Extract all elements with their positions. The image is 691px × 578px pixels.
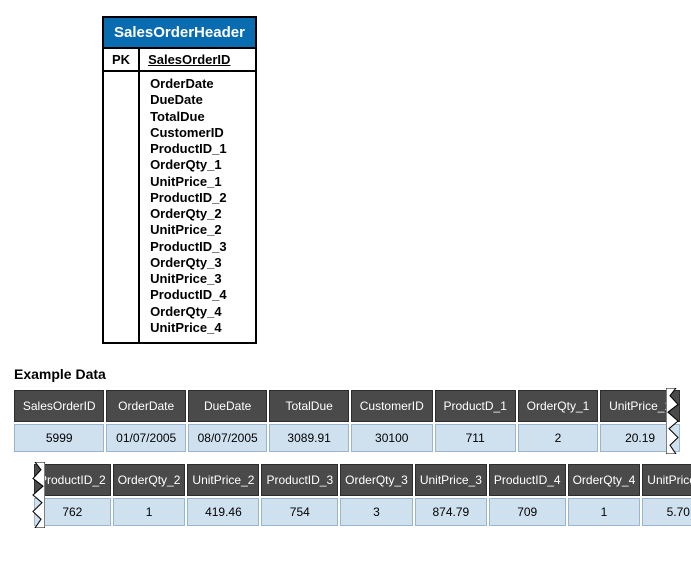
entity-field: CustomerID bbox=[150, 125, 245, 141]
cell: 874.79 bbox=[415, 498, 487, 526]
cell: 5999 bbox=[14, 424, 104, 452]
col-header: OrderQty_2 bbox=[113, 464, 186, 496]
entity-field: UnitPrice_1 bbox=[150, 174, 245, 190]
col-header: OrderDate bbox=[106, 390, 185, 422]
cell: 30100 bbox=[351, 424, 433, 452]
entity-field: ProductID_2 bbox=[150, 190, 245, 206]
cell: 762 bbox=[34, 498, 111, 526]
col-header: ProductD_1 bbox=[435, 390, 516, 422]
entity-field: ProductID_1 bbox=[150, 141, 245, 157]
cell: 1 bbox=[568, 498, 641, 526]
col-header: SalesOrderID bbox=[14, 390, 104, 422]
entity-field: UnitPrice_2 bbox=[150, 222, 245, 238]
cell: 3 bbox=[340, 498, 413, 526]
cell: 1 bbox=[113, 498, 186, 526]
example-row-2: ProductID_2 OrderQty_2 UnitPrice_2 Produ… bbox=[12, 462, 679, 528]
col-header: UnitPrice_4 bbox=[642, 464, 691, 496]
example-row-1: SalesOrderID OrderDate DueDate TotalDue … bbox=[12, 388, 679, 454]
cell: 08/07/2005 bbox=[188, 424, 267, 452]
col-header: DueDate bbox=[188, 390, 267, 422]
entity-field: ProductID_4 bbox=[150, 287, 245, 303]
entity-field: OrderQty_4 bbox=[150, 304, 245, 320]
cell: 711 bbox=[435, 424, 516, 452]
example-data-label: Example Data bbox=[14, 366, 679, 382]
pk-label: PK bbox=[103, 48, 139, 71]
entity-field: ProductID_3 bbox=[150, 239, 245, 255]
col-header: UnitPrice_2 bbox=[187, 464, 259, 496]
example-table-1: SalesOrderID OrderDate DueDate TotalDue … bbox=[12, 388, 682, 454]
entity-field: OrderDate bbox=[150, 76, 245, 92]
entity-fields: OrderDate DueDate TotalDue CustomerID Pr… bbox=[139, 71, 256, 343]
entity-field: DueDate bbox=[150, 92, 245, 108]
cell: 3089.91 bbox=[269, 424, 348, 452]
entity-table: SalesOrderHeader PK SalesOrderID OrderDa… bbox=[102, 16, 257, 344]
cell: 5.70 bbox=[642, 498, 691, 526]
col-header: OrderQty_3 bbox=[340, 464, 413, 496]
cell: 01/07/2005 bbox=[106, 424, 185, 452]
cell: 709 bbox=[489, 498, 566, 526]
entity-field: OrderQty_3 bbox=[150, 255, 245, 271]
col-header: ProductID_3 bbox=[261, 464, 338, 496]
entity-field: OrderQty_1 bbox=[150, 157, 245, 173]
col-header: TotalDue bbox=[269, 390, 348, 422]
cell: 20.19 bbox=[600, 424, 680, 452]
entity-field: UnitPrice_3 bbox=[150, 271, 245, 287]
pk-field: SalesOrderID bbox=[139, 48, 256, 71]
col-header: OrderQty_1 bbox=[518, 390, 598, 422]
entity-field: TotalDue bbox=[150, 109, 245, 125]
col-header: ProductID_2 bbox=[34, 464, 111, 496]
col-header: CustomerID bbox=[351, 390, 433, 422]
col-header: ProductID_4 bbox=[489, 464, 566, 496]
entity-empty-cell bbox=[103, 71, 139, 343]
example-table-2: ProductID_2 OrderQty_2 UnitPrice_2 Produ… bbox=[32, 462, 691, 528]
entity-title: SalesOrderHeader bbox=[103, 17, 256, 48]
cell: 2 bbox=[518, 424, 598, 452]
cell: 419.46 bbox=[187, 498, 259, 526]
col-header: OrderQty_4 bbox=[568, 464, 641, 496]
col-header: UnitPrice_1 bbox=[600, 390, 680, 422]
col-header: UnitPrice_3 bbox=[415, 464, 487, 496]
entity-field: OrderQty_2 bbox=[150, 206, 245, 222]
entity-field: UnitPrice_4 bbox=[150, 320, 245, 336]
cell: 754 bbox=[261, 498, 338, 526]
